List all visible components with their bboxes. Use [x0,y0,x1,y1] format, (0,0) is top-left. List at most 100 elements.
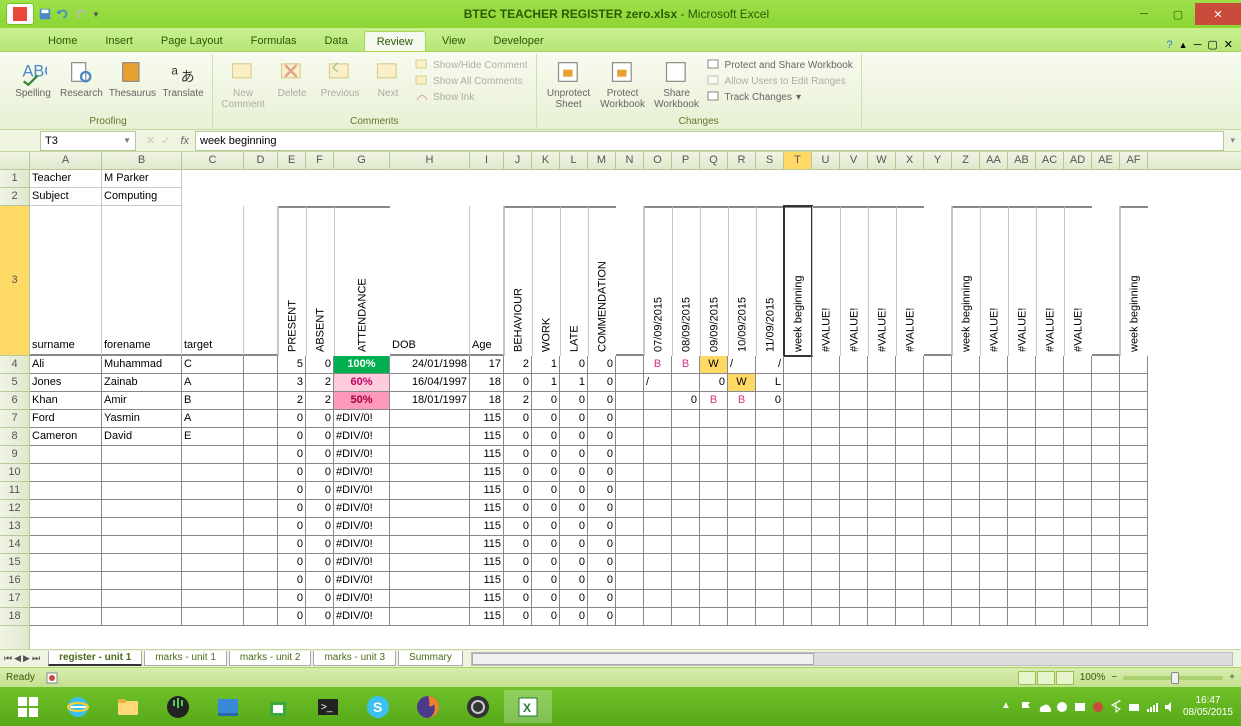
cell[interactable]: 0 [560,518,588,536]
cell[interactable] [1064,446,1092,464]
row-header-2[interactable]: 2 [0,188,29,206]
cell[interactable] [1064,572,1092,590]
sheet-tab[interactable]: marks - unit 2 [229,651,312,666]
row-header-18[interactable]: 18 [0,608,29,626]
cell[interactable] [1092,572,1120,590]
cell[interactable] [980,608,1008,626]
cells-area[interactable]: TeacherM ParkerSubjectComputingsurnamefo… [30,170,1241,649]
cell[interactable] [182,170,244,188]
cell[interactable] [672,446,700,464]
cell[interactable] [1092,482,1120,500]
cell[interactable]: 0 [278,554,306,572]
unprotect-sheet-button[interactable]: Unprotect Sheet [545,58,593,110]
firefox-icon[interactable] [404,690,452,723]
col-header-M[interactable]: M [588,152,616,169]
cell[interactable] [896,410,924,428]
cell[interactable] [616,572,644,590]
row-header-13[interactable]: 13 [0,518,29,536]
cell[interactable] [1036,374,1064,392]
cell[interactable]: 5 [278,356,306,374]
cell[interactable] [1008,590,1036,608]
cell[interactable] [1036,428,1064,446]
cell[interactable] [840,392,868,410]
cell[interactable] [700,464,728,482]
tray-icon[interactable] [1091,700,1105,714]
cell[interactable] [1064,554,1092,572]
cell[interactable] [616,518,644,536]
cell[interactable] [182,188,244,206]
cell[interactable]: 0 [560,536,588,554]
cell[interactable]: 0 [504,518,532,536]
cell[interactable] [896,536,924,554]
cell[interactable] [868,536,896,554]
protect-share-workbook[interactable]: Protect and Share Workbook [707,58,853,72]
cell[interactable]: 0 [532,608,560,626]
cell[interactable]: 0 [278,500,306,518]
cell[interactable]: 1 [532,356,560,374]
cell[interactable] [1008,554,1036,572]
tray-icon[interactable] [1073,700,1087,714]
cell[interactable] [182,500,244,518]
cell[interactable] [840,572,868,590]
cell[interactable]: 0 [588,500,616,518]
cell[interactable] [952,188,980,206]
cell[interactable] [1092,590,1120,608]
row-header-10[interactable]: 10 [0,464,29,482]
cell[interactable]: #DIV/0! [334,482,390,500]
cell[interactable]: 115 [470,554,504,572]
cell[interactable] [644,608,672,626]
cell[interactable]: 0 [588,518,616,536]
cell[interactable] [1036,554,1064,572]
delete-comment-button[interactable]: Delete [271,58,313,99]
cell[interactable] [644,428,672,446]
cell[interactable] [896,446,924,464]
cell[interactable] [784,170,812,188]
col-header-C[interactable]: C [182,152,244,169]
cell[interactable]: Computing [102,188,182,206]
cell[interactable] [784,572,812,590]
cell[interactable]: 0 [588,464,616,482]
cell[interactable] [616,536,644,554]
row-header-5[interactable]: 5 [0,374,29,392]
cell[interactable] [924,446,952,464]
cell[interactable]: 0 [588,446,616,464]
cell[interactable] [672,374,700,392]
cell[interactable] [390,572,470,590]
cell[interactable]: 0 [278,536,306,554]
cell[interactable] [182,536,244,554]
select-all-corner[interactable] [0,152,30,169]
cell[interactable] [30,554,102,572]
cell[interactable]: 0 [532,554,560,572]
cell[interactable] [700,536,728,554]
col-header-AB[interactable]: AB [1008,152,1036,169]
cell[interactable] [924,590,952,608]
cell[interactable] [700,428,728,446]
cell[interactable] [390,170,470,188]
cell[interactable] [812,608,840,626]
cell[interactable] [1120,608,1148,626]
cell[interactable] [616,590,644,608]
cell[interactable] [1120,518,1148,536]
protect-workbook-button[interactable]: Protect Workbook [599,58,647,110]
cell[interactable] [980,518,1008,536]
doc-close-icon[interactable]: ✕ [1224,38,1233,51]
cell[interactable]: 2 [504,356,532,374]
cell[interactable] [1092,608,1120,626]
cell[interactable]: #VALUE! [1064,206,1092,356]
cell[interactable] [1092,428,1120,446]
cell[interactable] [102,554,182,572]
help-icon[interactable]: ? [1167,39,1173,51]
cell[interactable] [1092,170,1120,188]
cell[interactable] [1036,572,1064,590]
cell[interactable] [244,572,278,590]
cell[interactable] [1120,170,1148,188]
cell[interactable] [896,518,924,536]
cell[interactable]: 0 [560,572,588,590]
cell[interactable]: 0 [278,608,306,626]
cell[interactable]: 115 [470,464,504,482]
cell[interactable] [868,356,896,374]
cell[interactable]: 07/09/2015 [644,206,672,356]
cell[interactable] [700,590,728,608]
tray-icon[interactable] [1055,700,1069,714]
cell[interactable] [728,608,756,626]
